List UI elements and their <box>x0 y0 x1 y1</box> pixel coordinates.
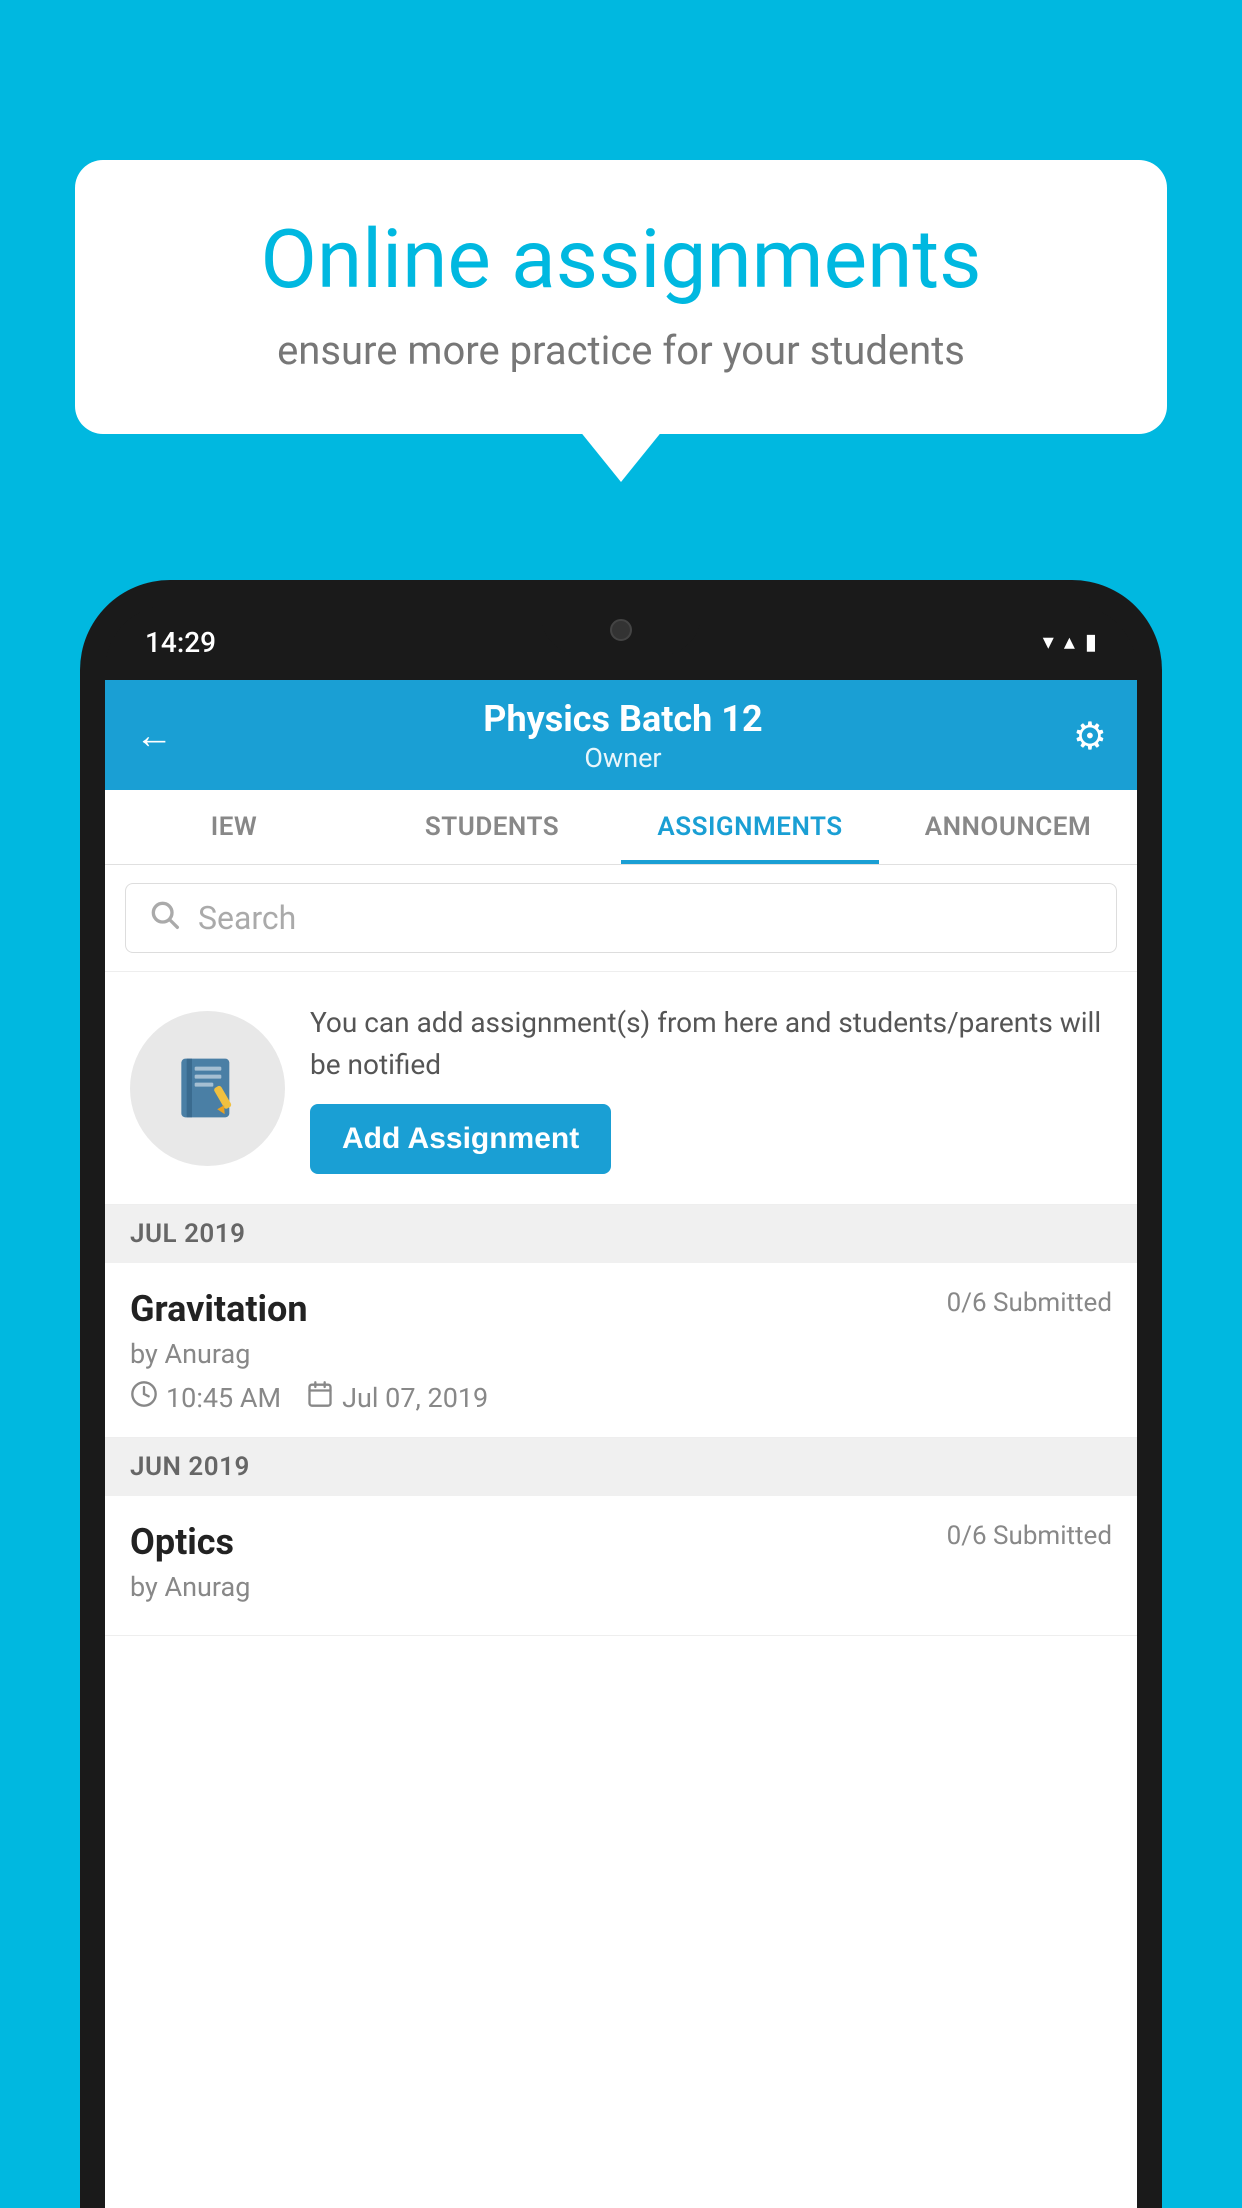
notch <box>541 605 701 655</box>
camera <box>610 619 632 641</box>
tab-assignments[interactable]: ASSIGNMENTS <box>621 790 879 864</box>
speech-bubble-container: Online assignments ensure more practice … <box>75 160 1167 434</box>
speech-bubble-subtitle: ensure more practice for your students <box>140 327 1102 374</box>
assignment-submitted: 0/6 Submitted <box>947 1288 1112 1318</box>
status-icons: ▾ ▴ ▮ <box>1043 630 1097 655</box>
calendar-icon <box>306 1380 334 1415</box>
header-title-area: Physics Batch 12 Owner <box>483 698 762 774</box>
section-header-jul: JUL 2019 <box>105 1205 1137 1263</box>
promo-card: You can add assignment(s) from here and … <box>105 972 1137 1205</box>
back-button[interactable]: ← <box>135 714 173 758</box>
settings-button[interactable]: ⚙ <box>1073 714 1107 759</box>
status-time: 14:29 <box>145 626 216 659</box>
battery-icon: ▮ <box>1085 630 1097 655</box>
assignment-date: Jul 07, 2019 <box>306 1380 488 1415</box>
batch-subtitle: Owner <box>483 742 762 774</box>
tabs-container: IEW STUDENTS ASSIGNMENTS ANNOUNCEM <box>105 790 1137 865</box>
optics-submitted: 0/6 Submitted <box>947 1521 1112 1551</box>
tab-students[interactable]: STUDENTS <box>363 790 621 864</box>
promo-icon-circle <box>130 1011 285 1166</box>
status-bar: 14:29 ▾ ▴ ▮ <box>105 605 1137 680</box>
assignment-meta: 10:45 AM Jul 07, 2019 <box>130 1380 1112 1415</box>
date-value: Jul 07, 2019 <box>342 1382 488 1414</box>
batch-title: Physics Batch 12 <box>483 698 762 740</box>
search-bar[interactable]: Search <box>125 883 1117 953</box>
clock-icon <box>130 1380 158 1415</box>
speech-bubble-title: Online assignments <box>140 215 1102 305</box>
tab-iew[interactable]: IEW <box>105 790 363 864</box>
phone-screen: ← Physics Batch 12 Owner ⚙ IEW STUDENTS … <box>105 680 1137 2208</box>
optics-title: Optics <box>130 1521 234 1563</box>
search-placeholder-text: Search <box>198 899 296 937</box>
assignment-time: 10:45 AM <box>130 1380 281 1415</box>
add-assignment-button[interactable]: Add Assignment <box>310 1104 611 1174</box>
assignment-author: by Anurag <box>130 1338 1112 1370</box>
phone-mockup: 14:29 ▾ ▴ ▮ ← Physics Batch 12 Owner ⚙ I… <box>80 580 1162 2208</box>
search-container: Search <box>105 865 1137 972</box>
wifi-icon: ▾ <box>1043 630 1054 655</box>
speech-bubble: Online assignments ensure more practice … <box>75 160 1167 434</box>
time-value: 10:45 AM <box>166 1382 281 1414</box>
assignment-top-row-optics: Optics 0/6 Submitted <box>130 1521 1112 1563</box>
assignment-title: Gravitation <box>130 1288 308 1330</box>
assignment-top-row: Gravitation 0/6 Submitted <box>130 1288 1112 1330</box>
assignment-item-optics[interactable]: Optics 0/6 Submitted by Anurag <box>105 1496 1137 1636</box>
tab-announcements[interactable]: ANNOUNCEM <box>879 790 1137 864</box>
promo-description: You can add assignment(s) from here and … <box>310 1002 1112 1086</box>
optics-author: by Anurag <box>130 1571 1112 1603</box>
app-header: ← Physics Batch 12 Owner ⚙ <box>105 680 1137 790</box>
search-icon <box>148 898 180 938</box>
section-header-jun: JUN 2019 <box>105 1438 1137 1496</box>
signal-icon: ▴ <box>1064 630 1075 655</box>
promo-content: You can add assignment(s) from here and … <box>310 1002 1112 1174</box>
assignment-item-gravitation[interactable]: Gravitation 0/6 Submitted by Anurag 10:4… <box>105 1263 1137 1438</box>
